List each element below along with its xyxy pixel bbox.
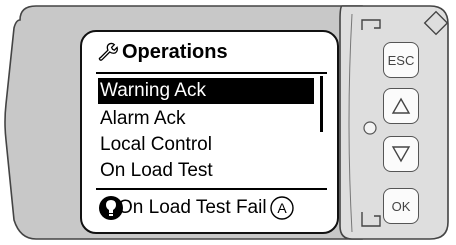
wrench-icon [98,42,118,61]
ok-button[interactable]: OK [383,188,419,224]
menu-item-alarm-ack[interactable]: Alarm Ack [98,106,314,132]
menu-item-on-load-test[interactable]: On Load Test [98,158,314,184]
menu-item-warning-ack[interactable]: Warning Ack [98,78,314,104]
auto-mode-icon: A [269,196,294,220]
status-divider [96,188,327,190]
up-button[interactable] [383,88,419,124]
screen-title: Operations [96,40,228,64]
status-text: On Load Test Fail [118,197,267,218]
esc-button-label: ESC [387,52,415,68]
menu-item-local-control[interactable]: Local Control [98,132,314,158]
screen-title-text: Operations [122,40,228,63]
down-button[interactable] [383,136,419,172]
esc-button[interactable]: ESC [383,42,419,78]
svg-text:A: A [277,200,287,216]
menu-scrollbar[interactable] [320,76,323,132]
controller-device: Operations Warning Ack Alarm Ack Local C… [0,0,456,245]
status-bar: On Load Test Fail A [98,194,295,222]
up-arrow-icon [391,97,411,114]
ok-button-label: OK [391,198,411,214]
title-divider [96,72,327,74]
lcd-screen: Operations Warning Ack Alarm Ack Local C… [80,30,339,234]
down-arrow-icon [391,146,411,163]
